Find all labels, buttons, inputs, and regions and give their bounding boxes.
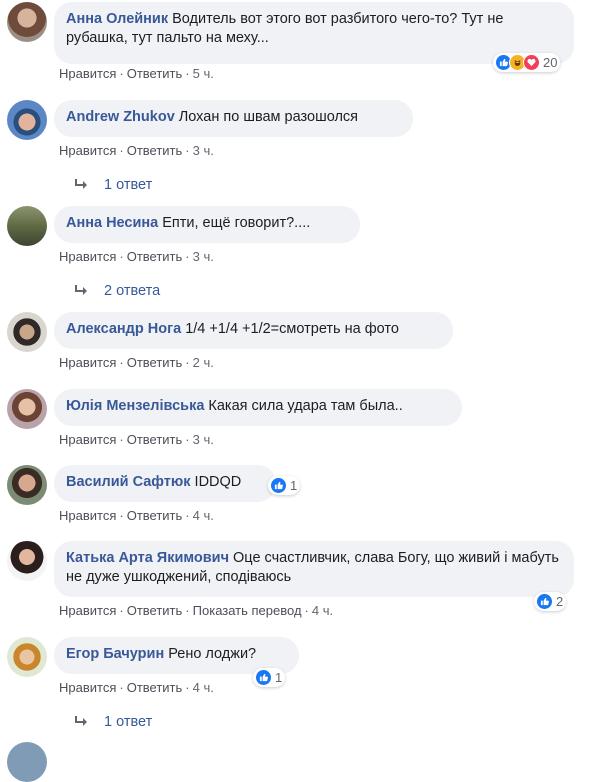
like-icon xyxy=(255,669,272,686)
comment-bubble: Andrew Zhukov Лохан по швам разошолся xyxy=(54,100,413,137)
comment-actions: Нравится · Ответить · 3 ч. xyxy=(59,249,214,264)
show-translation-button[interactable]: Показать перевод xyxy=(193,603,302,618)
reply-button[interactable]: Ответить xyxy=(127,680,183,695)
comment-actions: Нравится · Ответить · 4 ч. xyxy=(59,680,214,695)
view-replies-link[interactable]: 2 ответа xyxy=(74,283,160,299)
comment-actions: Нравится · Ответить · 4 ч. xyxy=(59,508,214,523)
replies-count[interactable]: 1 ответ xyxy=(104,714,152,730)
reaction-summary[interactable]: 1 xyxy=(268,476,301,495)
comment-author[interactable]: Егор Бачурин xyxy=(66,646,164,662)
avatar[interactable] xyxy=(7,541,47,581)
like-button[interactable]: Нравится xyxy=(59,603,116,618)
reply-arrow-icon xyxy=(75,179,87,189)
comment-time[interactable]: 4 ч. xyxy=(312,603,333,618)
view-replies-link[interactable]: 1 ответ xyxy=(74,714,152,730)
comment-bubble: Александр Нога 1/4 +1/4 +1/2=смотреть на … xyxy=(54,312,453,349)
comment-time[interactable]: 2 ч. xyxy=(193,355,214,370)
comment-time[interactable]: 3 ч. xyxy=(193,143,214,158)
avatar[interactable] xyxy=(7,100,47,140)
reaction-count: 1 xyxy=(290,478,298,493)
comment-actions: Нравится · Ответить · 5 ч. xyxy=(59,66,214,81)
comment-time[interactable]: 3 ч. xyxy=(193,249,214,264)
avatar[interactable] xyxy=(7,465,47,505)
reaction-count: 20 xyxy=(543,55,558,70)
like-button[interactable]: Нравится xyxy=(59,432,116,447)
comment-bubble: Василий Сафтюк IDDQD xyxy=(54,465,276,502)
comment-author[interactable]: Василий Сафтюк xyxy=(66,474,191,490)
avatar[interactable] xyxy=(7,389,47,429)
avatar[interactable] xyxy=(7,312,47,352)
comment-actions: Нравится · Ответить · Показать перевод · 4 ч. xyxy=(59,603,334,618)
reaction-count: 1 xyxy=(275,670,283,685)
avatar[interactable] xyxy=(7,2,47,42)
comment-text: Какая сила удара там была.. xyxy=(208,398,403,414)
comment-text: 1/4 +1/4 +1/2=смотреть на фото xyxy=(185,321,399,337)
like-icon xyxy=(270,477,287,494)
comment-author[interactable]: Анна Несина xyxy=(66,215,158,231)
reaction-summary[interactable]: 1 xyxy=(253,668,286,687)
avatar[interactable] xyxy=(7,637,47,677)
replies-count[interactable]: 1 ответ xyxy=(104,177,152,193)
reply-button[interactable]: Ответить xyxy=(127,249,183,264)
like-button[interactable]: Нравится xyxy=(59,249,116,264)
comment-text: Епти, ещё говорит?.... xyxy=(162,215,311,231)
reply-button[interactable]: Ответить xyxy=(127,508,183,523)
reaction-summary[interactable]: 2 xyxy=(534,592,567,611)
reaction-count: 2 xyxy=(556,594,564,609)
like-button[interactable]: Нравится xyxy=(59,355,116,370)
avatar[interactable] xyxy=(7,206,47,246)
comment-time[interactable]: 3 ч. xyxy=(193,432,214,447)
comment-bubble: Анна Несина Епти, ещё говорит?.... xyxy=(54,206,360,243)
reply-button[interactable]: Ответить xyxy=(127,603,183,618)
comment-author[interactable]: Юлія Мензелівська xyxy=(66,398,204,414)
like-button[interactable]: Нравится xyxy=(59,508,116,523)
reply-button[interactable]: Ответить xyxy=(127,143,183,158)
reaction-summary[interactable]: 20 xyxy=(493,53,561,72)
replies-count[interactable]: 2 ответа xyxy=(104,283,160,299)
view-replies-link[interactable]: 1 ответ xyxy=(74,177,152,193)
like-icon xyxy=(536,593,553,610)
comment-actions: Нравится · Ответить · 3 ч. xyxy=(59,432,214,447)
comment-bubble: Катька Арта Якимович Оце счастливчик, сла… xyxy=(54,541,574,597)
comment-actions: Нравится · Ответить · 2 ч. xyxy=(59,355,214,370)
avatar[interactable] xyxy=(7,742,47,782)
comment-author[interactable]: Анна Олейник xyxy=(66,11,168,27)
like-button[interactable]: Нравится xyxy=(59,680,116,695)
comment-time[interactable]: 4 ч. xyxy=(193,680,214,695)
comment-time[interactable]: 4 ч. xyxy=(193,508,214,523)
like-button[interactable]: Нравится xyxy=(59,143,116,158)
comment-author[interactable]: Andrew Zhukov xyxy=(66,109,175,125)
comment-text: Рено лоджи? xyxy=(168,646,257,662)
love-icon xyxy=(523,54,540,71)
comment-text: Лохан по швам разошолся xyxy=(178,109,359,125)
comment-time[interactable]: 5 ч. xyxy=(193,66,214,81)
reply-arrow-icon xyxy=(75,285,87,295)
reply-button[interactable]: Ответить xyxy=(127,355,183,370)
comment-author[interactable]: Катька Арта Якимович xyxy=(66,550,229,566)
comment-bubble: Юлія Мензелівська Какая сила удара там бы… xyxy=(54,389,462,426)
reply-arrow-icon xyxy=(75,716,87,726)
comment-author[interactable]: Александр Нога xyxy=(66,321,181,337)
comment-actions: Нравится · Ответить · 3 ч. xyxy=(59,143,214,158)
comment-text: IDDQD xyxy=(194,474,242,490)
like-button[interactable]: Нравится xyxy=(59,66,116,81)
reply-button[interactable]: Ответить xyxy=(127,66,183,81)
reply-button[interactable]: Ответить xyxy=(127,432,183,447)
